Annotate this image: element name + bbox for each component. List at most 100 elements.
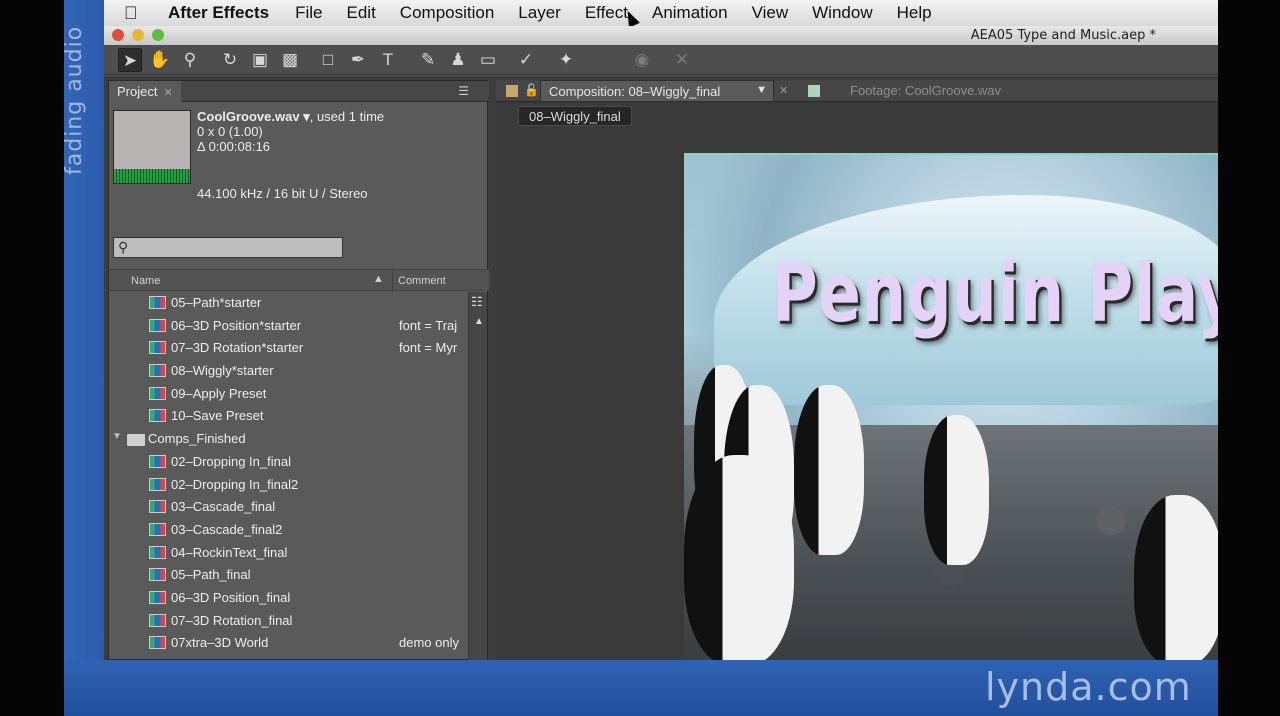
composition-breadcrumb[interactable]: 08–Wiggly_final <box>518 106 632 126</box>
menu-app-name[interactable]: After Effects <box>168 3 269 23</box>
clone-stamp-tool-icon[interactable]: ♟ <box>446 48 470 72</box>
folder-disclosure-triangle-icon[interactable]: ▼ <box>112 431 122 442</box>
project-item-row[interactable]: 05–Path*starter <box>109 291 469 314</box>
composition-tab-bar: 🔓 Composition: 08–Wiggly_final ▼ ✕ Foota… <box>496 80 1218 102</box>
project-item-name: 05–Path_final <box>171 567 251 583</box>
selected-item-dimensions: 0 x 0 (1.00) <box>197 124 263 139</box>
world-axis-mode-icon[interactable]: ✕ <box>670 48 694 72</box>
sort-ascending-icon[interactable]: ▲ <box>373 273 384 285</box>
menu-file[interactable]: File <box>295 3 322 23</box>
camera-tool-icon[interactable]: ▣ <box>248 48 272 72</box>
project-item-row[interactable]: 07xtra–3D World demo only <box>109 631 469 654</box>
composition-icon <box>149 409 166 423</box>
minimize-window-button[interactable] <box>132 29 144 41</box>
composition-icon <box>149 364 166 378</box>
composition-icon <box>149 613 166 627</box>
menu-window[interactable]: Window <box>812 3 872 23</box>
composition-viewer[interactable]: Penguin Play <box>684 153 1218 660</box>
project-item-row[interactable]: 09–Apply Preset <box>109 382 469 405</box>
project-item-list: 05–Path*starter 06–3D Position*starter fo… <box>109 291 469 654</box>
penguin <box>684 455 794 660</box>
menu-composition[interactable]: Composition <box>400 3 495 23</box>
footage-color-label-icon <box>808 85 820 97</box>
flowchart-icon[interactable]: ☷ <box>471 294 483 310</box>
composition-icon <box>149 636 166 650</box>
lock-icon[interactable]: 🔓 <box>524 83 539 97</box>
scroll-up-arrow-icon[interactable]: ▲ <box>474 316 484 327</box>
pen-tool-icon[interactable]: ✒ <box>346 48 370 72</box>
lynda-watermark: lynda.com <box>985 665 1192 709</box>
type-tool-icon[interactable]: T <box>376 48 400 72</box>
project-item-row[interactable]: 02–Dropping In_final <box>109 450 469 473</box>
eraser-tool-icon[interactable]: ▭ <box>476 48 500 72</box>
menu-help[interactable]: Help <box>897 3 932 23</box>
rotate-tool-icon[interactable]: ↻ <box>218 48 242 72</box>
column-divider[interactable] <box>392 270 393 292</box>
project-item-name: 04–RockinText_final <box>171 544 288 560</box>
letterbox-right <box>1218 0 1280 716</box>
project-folder-row[interactable]: ▼ Comps_Finished <box>109 427 469 450</box>
project-item-row[interactable]: 03–Cascade_final <box>109 495 469 518</box>
project-item-name: 07–3D Rotation_final <box>171 612 293 628</box>
panel-menu-icon[interactable]: ☰ <box>458 84 469 98</box>
composition-icon <box>149 341 166 355</box>
selected-item-usage: , used 1 time <box>309 109 385 124</box>
roto-brush-tool-icon[interactable]: ✓ <box>514 48 538 72</box>
composition-icon <box>149 318 166 332</box>
menu-layer[interactable]: Layer <box>518 3 561 23</box>
brush-tool-icon[interactable]: ✎ <box>416 48 440 72</box>
zoom-window-button[interactable] <box>152 29 164 41</box>
apple-icon[interactable]:  <box>124 3 154 24</box>
composition-icon <box>149 545 166 559</box>
tab-project[interactable]: Project ✕ <box>109 81 181 102</box>
project-item-row[interactable]: 03–Cascade_final2 <box>109 518 469 541</box>
tab-composition[interactable]: Composition: 08–Wiggly_final ▼ <box>540 80 774 102</box>
project-item-row[interactable]: 06–3D Position_final <box>109 586 469 609</box>
side-caption: fading audio <box>62 26 87 175</box>
composition-icon <box>149 454 166 468</box>
pan-behind-tool-icon[interactable]: ▩ <box>278 48 302 72</box>
local-axis-mode-icon[interactable]: ◉ <box>630 48 654 72</box>
menu-edit[interactable]: Edit <box>347 3 376 23</box>
project-item-name: 10–Save Preset <box>171 408 264 424</box>
audio-waveform <box>114 169 190 183</box>
puppet-pin-tool-icon[interactable]: ✦ <box>554 48 578 72</box>
close-window-button[interactable] <box>112 29 124 41</box>
hand-tool-icon[interactable]: ✋ <box>148 48 172 72</box>
project-item-row[interactable]: 05–Path_final <box>109 563 469 586</box>
project-item-name: 02–Dropping In_final <box>171 453 291 469</box>
selected-item-name[interactable]: CoolGroove.wav ▾ <box>197 109 310 124</box>
menu-animation[interactable]: Animation <box>652 3 728 23</box>
project-search-field[interactable]: ⚲ <box>113 237 343 258</box>
project-item-name: 06–3D Position*starter <box>171 317 302 333</box>
project-panel: Project ✕ ☰ CoolGroove.wav ▾, used 1 time… <box>108 80 489 660</box>
project-item-row[interactable]: 08–Wiggly*starter <box>109 359 469 382</box>
project-item-row[interactable]: 07–3D Rotation*starter font = Myr <box>109 336 469 359</box>
column-header-comment[interactable]: Comment <box>398 275 446 287</box>
project-item-row[interactable]: 04–RockinText_final <box>109 541 469 564</box>
project-item-comment: demo only <box>399 635 459 651</box>
project-list-scrollbar[interactable]: ☷ ▲ <box>468 292 487 660</box>
close-tab-icon[interactable]: ✕ <box>779 84 788 97</box>
rectangle-tool-icon[interactable]: □ <box>316 48 340 72</box>
search-icon: ⚲ <box>118 239 129 255</box>
column-header-name[interactable]: Name <box>131 275 160 287</box>
project-item-name: 07xtra–3D World <box>171 635 269 651</box>
chevron-down-icon[interactable]: ▼ <box>756 84 767 96</box>
project-item-row[interactable]: 06–3D Position*starter font = Traj <box>109 314 469 337</box>
composition-icon <box>149 590 166 604</box>
selected-item-duration: Δ 0:00:08:16 <box>197 139 271 154</box>
selected-item-audio-info: 44.100 kHz / 16 bit U / Stereo <box>197 186 368 201</box>
project-item-name: 02–Dropping In_final2 <box>171 476 299 492</box>
composition-icon <box>149 522 166 536</box>
project-item-name: 06–3D Position_final <box>171 589 291 605</box>
project-item-row[interactable]: 10–Save Preset <box>109 404 469 427</box>
zoom-tool-icon[interactable]: ⚲ <box>178 48 202 72</box>
menu-view[interactable]: View <box>752 3 789 23</box>
project-item-row[interactable]: 02–Dropping In_final2 <box>109 473 469 496</box>
selection-tool-icon[interactable]: ➤ <box>118 48 142 72</box>
project-item-row[interactable]: 07–3D Rotation_final <box>109 609 469 632</box>
close-tab-icon[interactable]: ✕ <box>163 87 172 99</box>
tab-footage[interactable]: Footage: CoolGroove.wav <box>842 80 1009 102</box>
penguin <box>794 385 864 555</box>
